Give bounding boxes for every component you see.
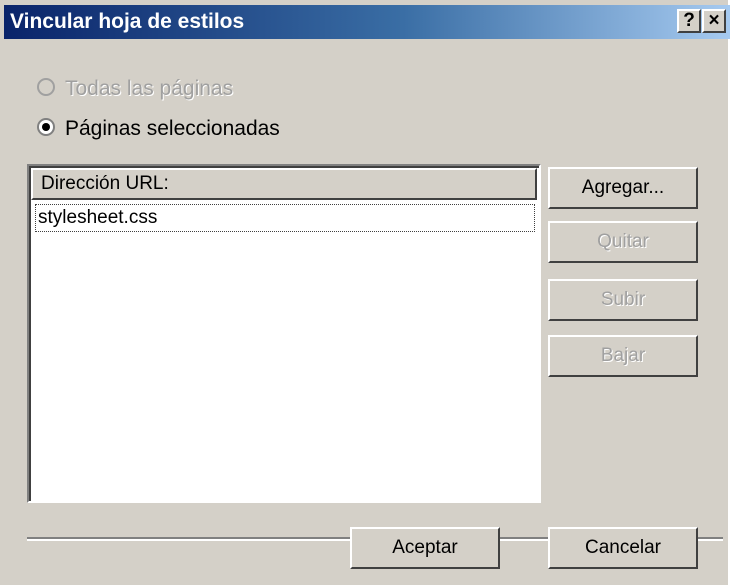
list-item[interactable]: stylesheet.css xyxy=(35,204,535,232)
radio-selected-pages[interactable]: Páginas seleccionadas xyxy=(37,117,280,141)
close-icon: × xyxy=(708,10,720,31)
add-button[interactable]: Agregar... xyxy=(548,167,698,209)
help-icon: ? xyxy=(683,10,695,31)
column-header-url[interactable]: Dirección URL: xyxy=(31,168,537,200)
link-stylesheet-dialog: Vincular hoja de estilos ? × Todas las p… xyxy=(0,0,730,585)
radio-unchecked-icon xyxy=(37,78,55,97)
remove-button: Quitar xyxy=(548,221,698,263)
cancel-button[interactable]: Cancelar xyxy=(548,527,698,569)
move-down-button: Bajar xyxy=(548,335,698,377)
radio-all-pages: Todas las páginas xyxy=(37,77,233,101)
close-button[interactable]: × xyxy=(702,9,726,33)
radio-selected-pages-label: Páginas seleccionadas xyxy=(65,117,280,140)
radio-all-pages-label: Todas las páginas xyxy=(65,77,234,100)
move-up-button: Subir xyxy=(548,279,698,321)
title-bar[interactable]: Vincular hoja de estilos ? × xyxy=(4,5,730,39)
ok-button[interactable]: Aceptar xyxy=(350,527,500,569)
dialog-title: Vincular hoja de estilos xyxy=(10,10,245,33)
stylesheet-list[interactable]: Dirección URL: stylesheet.css xyxy=(27,164,541,503)
help-button[interactable]: ? xyxy=(677,9,701,33)
radio-checked-icon xyxy=(37,118,55,137)
